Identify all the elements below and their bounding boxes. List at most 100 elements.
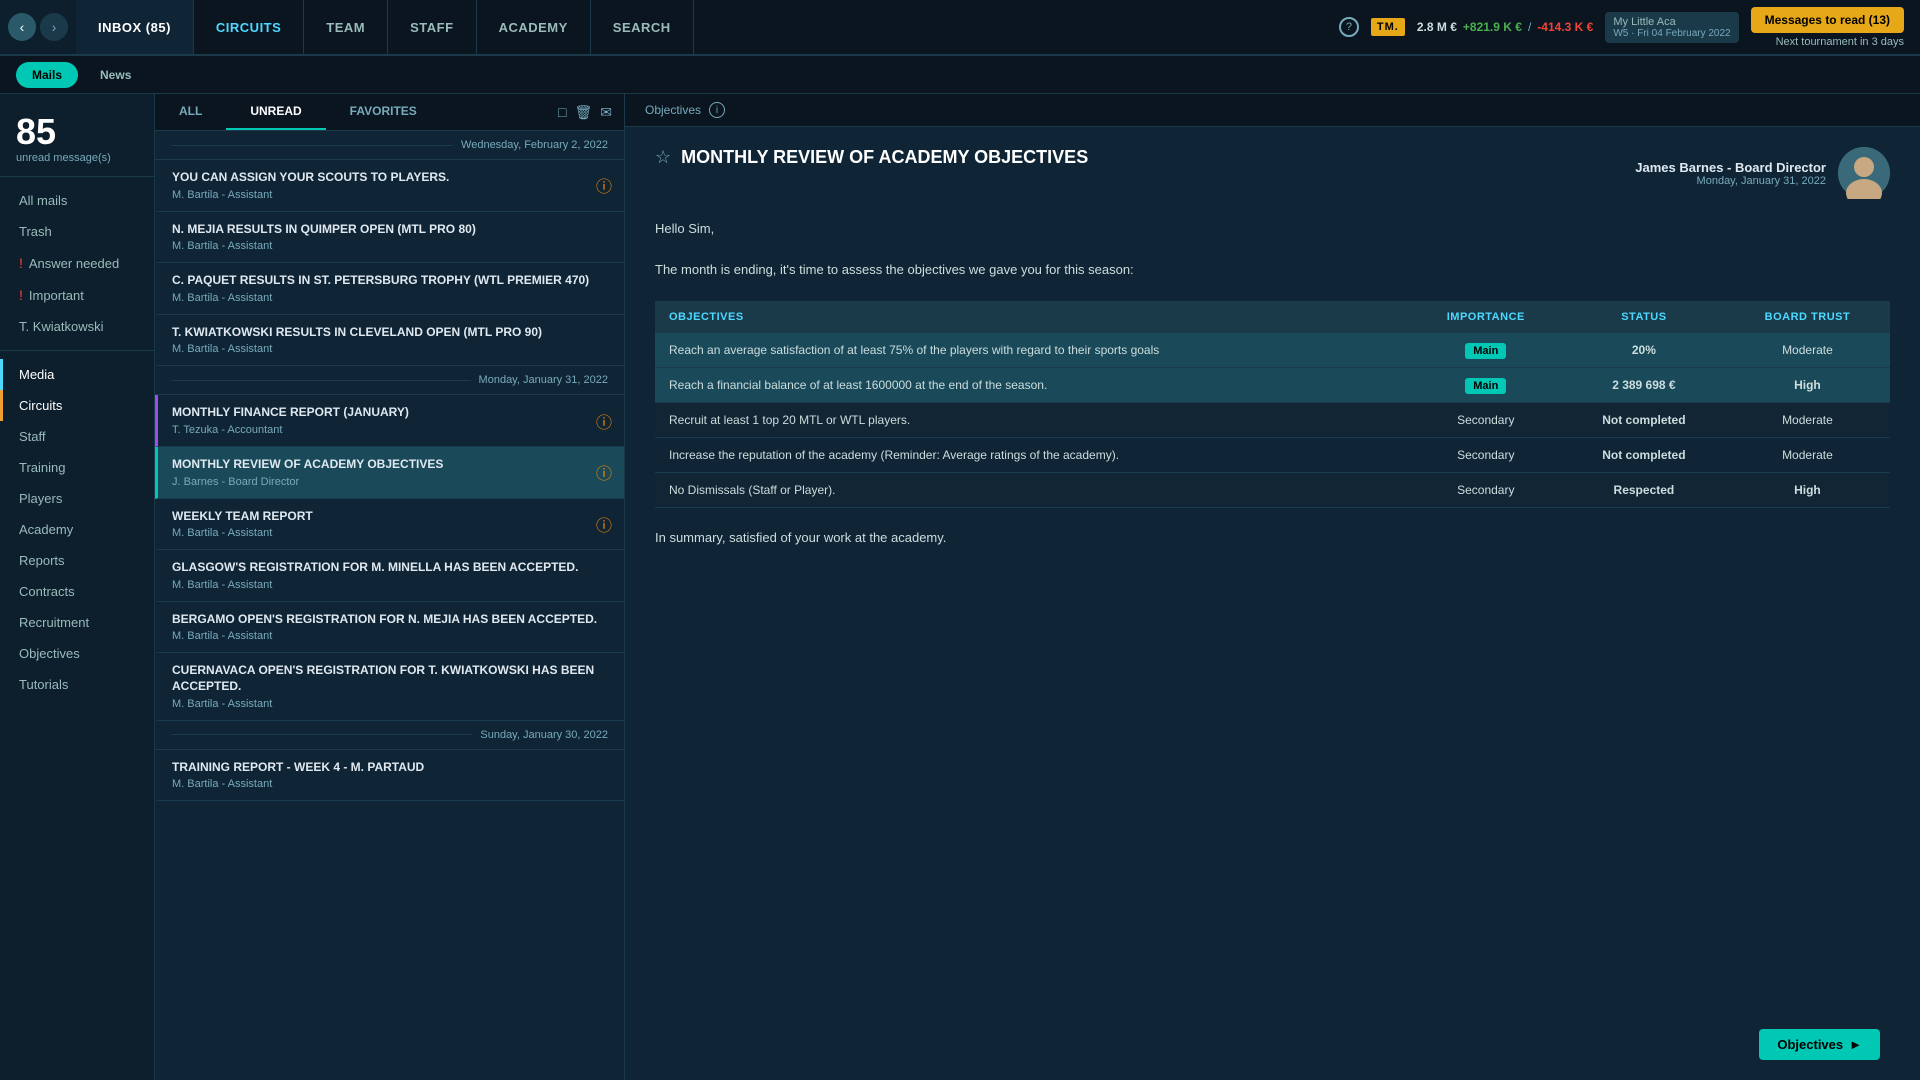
email-subject-row: ☆ MONTHLY REVIEW OF ACADEMY OBJECTIVES J… — [655, 147, 1890, 199]
sender-avatar — [1838, 147, 1890, 199]
messages-to-read-button[interactable]: Messages to read (13) — [1751, 7, 1904, 33]
obj-board-trust: Moderate — [1725, 333, 1890, 368]
message-tabs: ALL UNREAD FAVORITES □ 🗑 ✉ — [155, 94, 624, 131]
club-week: W5 · Fri 04 February 2022 — [1613, 28, 1730, 39]
obj-importance: Main — [1409, 333, 1563, 368]
message-item-training-report[interactable]: TRAINING REPORT - WEEK 4 - M. PARTAUD M.… — [155, 750, 624, 802]
table-row: Recruit at least 1 top 20 MTL or WTL pla… — [655, 402, 1890, 437]
obj-text: Increase the reputation of the academy (… — [655, 437, 1409, 472]
msg-title: BERGAMO OPEN'S REGISTRATION FOR N. MEJIA… — [172, 612, 610, 628]
income-value: +821.9 K € — [1463, 20, 1522, 34]
email-subject-left: ☆ MONTHLY REVIEW OF ACADEMY OBJECTIVES — [655, 147, 1088, 168]
table-row: Reach an average satisfaction of at leas… — [655, 333, 1890, 368]
sidebar-item-contracts[interactable]: Contracts — [0, 576, 154, 607]
msg-title: WEEKLY TEAM REPORT — [172, 509, 610, 525]
nav-item-search[interactable]: SEARCH — [591, 0, 694, 54]
nav-item-team[interactable]: TEAM — [304, 0, 388, 54]
nav-back-forward: ‹ › — [0, 0, 76, 54]
mail-icon[interactable]: ✉ — [600, 104, 612, 121]
obj-status: Respected — [1563, 472, 1725, 507]
sender-date: Monday, January 31, 2022 — [1635, 175, 1826, 187]
tab-all[interactable]: ALL — [155, 94, 226, 130]
sidebar-item-recruitment[interactable]: Recruitment — [0, 607, 154, 638]
balance-value: 2.8 M € — [1417, 20, 1457, 34]
msg-title: MONTHLY REVIEW OF ACADEMY OBJECTIVES — [172, 457, 610, 473]
obj-text: Recruit at least 1 top 20 MTL or WTL pla… — [655, 402, 1409, 437]
tab-favorites[interactable]: FAVORITES — [326, 94, 441, 130]
delete-icon[interactable]: 🗑 — [574, 104, 592, 121]
nav-item-circuits[interactable]: CIRCUITS — [194, 0, 304, 54]
sidebar-item-circuits[interactable]: Circuits — [0, 390, 154, 421]
message-item-paquet[interactable]: C. PAQUET RESULTS IN ST. PETERSBURG TROP… — [155, 263, 624, 315]
category-label: Objectives — [645, 103, 701, 117]
email-subject: MONTHLY REVIEW OF ACADEMY OBJECTIVES — [681, 147, 1088, 168]
sidebar-item-all-mails[interactable]: All mails — [0, 185, 154, 216]
sidebar-item-objectives[interactable]: Objectives — [0, 638, 154, 669]
sender-info: James Barnes - Board Director Monday, Ja… — [1635, 160, 1826, 187]
msg-title: C. PAQUET RESULTS IN ST. PETERSBURG TROP… — [172, 273, 610, 289]
sidebar-item-media[interactable]: Media — [0, 359, 154, 390]
message-item-mejia-quimper[interactable]: N. MEJIA RESULTS IN QUIMPER OPEN (MTL PR… — [155, 212, 624, 264]
message-list-scroll[interactable]: Wednesday, February 2, 2022 YOU CAN ASSI… — [155, 131, 624, 1080]
mails-tab[interactable]: Mails — [16, 62, 78, 88]
sidebar-item-tkwiatkowski[interactable]: T. Kwiatkowski — [0, 311, 154, 342]
tab-unread[interactable]: UNREAD — [226, 94, 325, 130]
table-row: Reach a financial balance of at least 16… — [655, 367, 1890, 402]
msg-title: CUERNAVACA OPEN'S REGISTRATION FOR T. KW… — [172, 663, 610, 694]
sub-navigation: Mails News — [0, 56, 1920, 94]
obj-status: 2 389 698 € — [1563, 367, 1725, 402]
email-greeting: Hello Sim, — [655, 219, 1890, 240]
sidebar-item-important[interactable]: !Important — [0, 279, 154, 311]
nav-item-staff[interactable]: STAFF — [388, 0, 476, 54]
email-content: ☆ MONTHLY REVIEW OF ACADEMY OBJECTIVES J… — [625, 127, 1920, 1080]
expense-value: -414.3 K € — [1537, 20, 1593, 34]
help-button[interactable]: ? — [1339, 17, 1359, 37]
message-item-cuernavaca[interactable]: CUERNAVACA OPEN'S REGISTRATION FOR T. KW… — [155, 653, 624, 720]
sidebar-item-training[interactable]: Training — [0, 452, 154, 483]
sidebar-item-staff[interactable]: Staff — [0, 421, 154, 452]
message-item-scouts[interactable]: YOU CAN ASSIGN YOUR SCOUTS TO PLAYERS. M… — [155, 160, 624, 212]
message-item-academy-objectives[interactable]: MONTHLY REVIEW OF ACADEMY OBJECTIVES J. … — [155, 447, 624, 499]
msg-sender: M. Bartila - Assistant — [172, 240, 610, 252]
obj-importance: Secondary — [1409, 472, 1563, 507]
obj-importance: Main — [1409, 367, 1563, 402]
nav-item-academy[interactable]: ACADEMY — [477, 0, 591, 54]
obj-board-trust: High — [1725, 367, 1890, 402]
category-info-icon[interactable]: i — [709, 102, 725, 118]
message-item-kwiatkowski-cleveland[interactable]: T. KWIATKOWSKI RESULTS IN CLEVELAND OPEN… — [155, 315, 624, 367]
obj-board-trust: Moderate — [1725, 437, 1890, 472]
col-header-board-trust: BOARD TRUST — [1725, 301, 1890, 333]
sidebar-item-reports[interactable]: Reports — [0, 545, 154, 576]
obj-board-trust: Moderate — [1725, 402, 1890, 437]
sidebar-item-answer-needed[interactable]: !Answer needed — [0, 247, 154, 279]
nav-item-inbox[interactable]: INBOX (85) — [76, 0, 194, 54]
message-item-weekly-team[interactable]: WEEKLY TEAM REPORT M. Bartila - Assistan… — [155, 499, 624, 551]
nav-right-area: ? TM. 2.8 M € +821.9 K € / -414.3 K € My… — [1323, 7, 1920, 48]
alert-icon: ⓘ — [596, 460, 612, 484]
tournament-info: Next tournament in 3 days — [1776, 36, 1904, 48]
msg-sender: M. Bartila - Assistant — [172, 527, 610, 539]
sidebar-item-trash[interactable]: Trash — [0, 216, 154, 247]
msg-sender: T. Tezuka - Accountant — [172, 424, 610, 436]
nav-forward-button[interactable]: › — [40, 13, 68, 41]
news-tab[interactable]: News — [84, 62, 147, 88]
msg-sender: M. Bartila - Assistant — [172, 778, 610, 790]
msg-sender: M. Bartila - Assistant — [172, 189, 610, 201]
star-icon[interactable]: ☆ — [655, 147, 671, 168]
message-item-finance-report[interactable]: MONTHLY FINANCE REPORT (JANUARY) T. Tezu… — [155, 395, 624, 447]
date-separator-jan30: Sunday, January 30, 2022 — [155, 721, 624, 750]
sidebar: 85 unread message(s) All mails Trash !An… — [0, 94, 155, 1080]
email-body-text: The month is ending, it's time to assess… — [655, 260, 1890, 281]
obj-text: No Dismissals (Staff or Player). — [655, 472, 1409, 507]
objectives-button[interactable]: Objectives ► — [1759, 1029, 1880, 1060]
message-actions: □ 🗑 ✉ — [558, 94, 624, 130]
email-header-bar: Objectives i — [625, 94, 1920, 127]
sidebar-item-tutorials[interactable]: Tutorials — [0, 669, 154, 700]
nav-items-list: INBOX (85) CIRCUITS TEAM STAFF ACADEMY S… — [76, 0, 1323, 54]
message-item-bergamo[interactable]: BERGAMO OPEN'S REGISTRATION FOR N. MEJIA… — [155, 602, 624, 654]
sidebar-item-players[interactable]: Players — [0, 483, 154, 514]
nav-back-button[interactable]: ‹ — [8, 13, 36, 41]
message-item-glasgow[interactable]: GLASGOW'S REGISTRATION FOR M. MINELLA HA… — [155, 550, 624, 602]
select-all-icon[interactable]: □ — [558, 104, 566, 120]
sidebar-item-academy[interactable]: Academy — [0, 514, 154, 545]
